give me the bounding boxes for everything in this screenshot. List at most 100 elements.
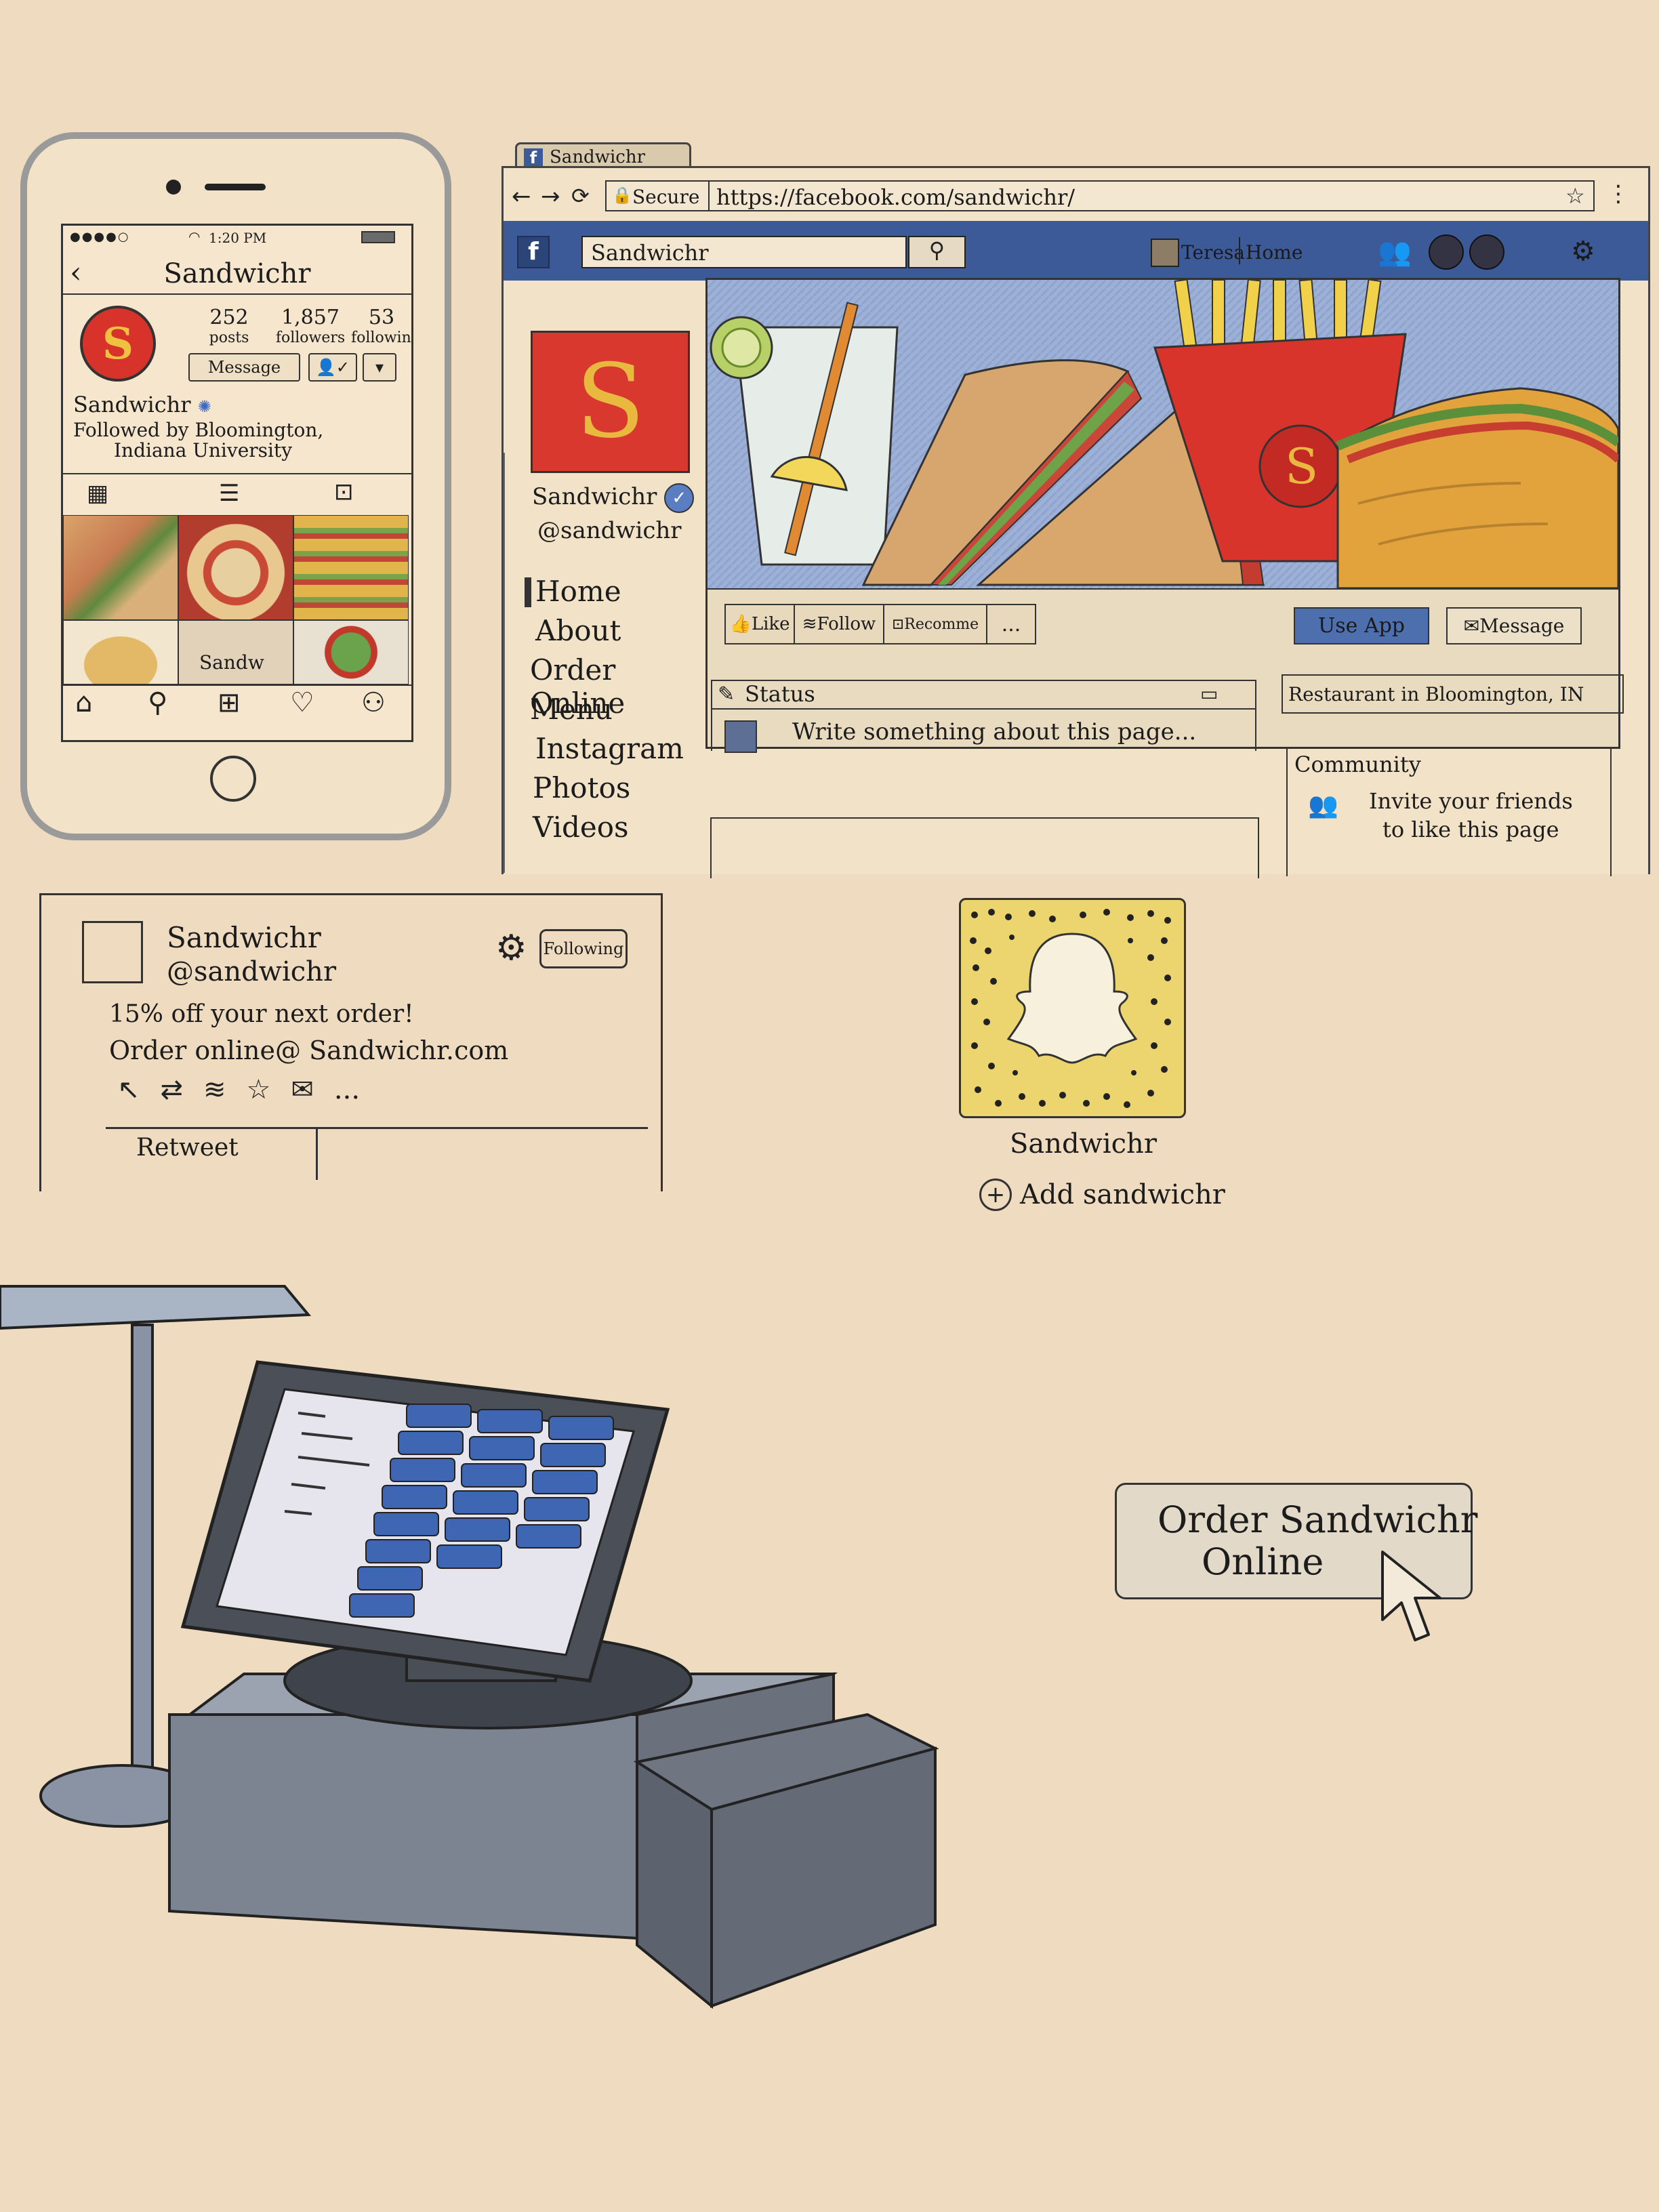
reply-icon[interactable]: ↖ [117,1074,140,1105]
profile-icon[interactable]: ⚇ [361,687,386,718]
status-composer[interactable]: ✎ Status ▭ Write something about this pa… [711,680,1256,753]
facebook-logo-icon[interactable]: f [517,236,550,268]
tab-title: Sandwichr [550,147,646,167]
divider [708,182,710,210]
feed-card [710,817,1259,878]
status-tab[interactable]: Status [745,681,815,707]
address-bar[interactable]: 🔒 Secure https://facebook.com/sandwichr/… [605,180,1595,211]
invite-friends-link-2[interactable]: to like this page [1382,817,1559,842]
like-button[interactable]: 👍 Like [726,605,795,643]
nav-item-menu[interactable]: Menu [527,693,683,732]
divider [708,588,1618,590]
grid-photo[interactable] [293,620,409,684]
page-name-row: Sandwichr ✓ [532,483,695,513]
settings-icon[interactable]: ⚙ [1571,236,1595,267]
divider [504,453,505,873]
snapcode[interactable] [959,898,1186,1118]
thumbs-up-icon: 👍 [729,614,752,634]
stat-following[interactable]: 53 following [351,306,411,346]
cover-photo[interactable]: S [708,280,1618,588]
notifications-icon[interactable] [1469,234,1504,270]
tweet-actions: ↖ ⇄ ≋ ☆ ✉ ... [117,1073,360,1107]
mail-icon[interactable]: ✉ [291,1074,314,1105]
home-icon[interactable]: ⌂ [75,687,92,718]
stat-posts[interactable]: 252 posts [192,306,266,346]
nav-item-label: Home [535,575,621,608]
following-button[interactable]: Following [539,929,628,968]
wifi-icon: ◠ [188,228,201,245]
page-profile-picture[interactable]: S [531,331,690,473]
grid-photo[interactable] [63,515,178,620]
message-button[interactable]: Message [188,353,300,382]
heart-icon[interactable]: ♡ [290,687,314,718]
message-button[interactable]: ✉ Message [1446,607,1582,644]
tweet-avatar[interactable] [82,921,143,983]
friends-icon[interactable]: 👥 [1378,236,1412,268]
back-arrow-icon[interactable]: ← [512,183,531,210]
more-options-button[interactable]: ... [334,1074,360,1105]
forward-arrow-icon[interactable]: → [541,183,560,210]
facebook-logo-icon: f [524,148,543,167]
signal-icon: ●●●●○ [70,230,130,244]
nav-item-photos[interactable]: Photos [527,771,683,811]
profile-view-tabs: ▦ ☰ ⊡ [63,474,411,515]
messages-icon[interactable] [1429,234,1464,270]
pos-terminal-illustration [0,1285,939,2009]
nav-item-order-online[interactable]: Order Online [527,653,683,720]
add-friend-button[interactable]: + Add sandwichr [979,1176,1225,1213]
star-icon[interactable]: ☆ [1565,183,1585,209]
menu-dots-icon[interactable]: ⋮ [1607,180,1630,207]
divider [1239,237,1240,264]
add-post-icon[interactable]: ⊞ [218,687,241,718]
tweet-handle[interactable]: @sandwichr [167,956,336,987]
community-title: Community [1294,752,1421,777]
search-icon[interactable]: ⚲ [148,687,167,718]
favorite-icon[interactable]: ☆ [247,1074,271,1105]
user-name-link[interactable]: Teresa [1181,241,1245,264]
community-icon: 👥 [1308,792,1338,819]
stat-followers[interactable]: 1,857 followers [273,306,348,346]
more-button[interactable]: ... [987,605,1035,643]
follow-button[interactable]: ≋ Follow [795,605,884,643]
retweet-tab[interactable]: Retweet [136,1134,239,1162]
add-circle-icon: + [979,1178,1012,1211]
chevron-down-icon[interactable]: ▾ [363,353,396,382]
facebook-search-input[interactable]: Sandwichr [581,236,907,268]
list-icon[interactable]: ☰ [219,480,239,507]
grid-photo[interactable] [293,515,409,620]
order-button-line2: Online [1202,1540,1324,1583]
page-action-bar: 👍 Like ≋ Follow ⊡ Recomme ... [724,604,1036,644]
add-user-icon[interactable]: 👤✓ [308,353,357,382]
retweet-icon[interactable]: ⇄ [161,1074,184,1105]
invite-friends-link[interactable]: Invite your friends [1369,788,1573,814]
tag-icon[interactable]: ⊡ [334,478,354,506]
grid-icon[interactable]: ▦ [87,480,108,507]
nav-item-about[interactable]: About [527,614,683,653]
user-icon [1151,239,1179,267]
home-button-icon[interactable] [210,756,256,802]
recommend-button[interactable]: ⊡ Recomme [884,605,987,643]
grid-photo[interactable] [178,515,293,620]
use-app-button[interactable]: Use App [1294,607,1429,644]
home-link[interactable]: Home [1246,241,1303,264]
battery-icon [361,231,395,243]
grid-photo[interactable]: Sandw [178,620,293,684]
nav-item-home[interactable]: Home [525,575,683,614]
nav-item-videos[interactable]: Videos [527,811,683,850]
ghost-icon [1006,933,1138,1064]
gear-icon[interactable]: ⚙ [495,930,527,966]
composer-header: ✎ Status ▭ [712,681,1255,710]
tweet-text-line2: Order online@ Sandwichr.com [109,1036,509,1065]
twitter-tweet-card: Sandwichr @sandwichr ⚙ Following 15% off… [39,893,663,1191]
stack-icon[interactable]: ≋ [203,1074,226,1105]
search-icon[interactable]: ⚲ [908,236,966,268]
tweet-name[interactable]: Sandwichr [167,921,321,954]
lock-icon: 🔒 [612,186,632,205]
camera-icon[interactable]: ▭ [1200,682,1218,705]
bottom-tab-bar: ⌂ ⚲ ⊞ ♡ ⚇ [63,686,411,726]
photo-grid: Sandw [63,515,411,684]
phone-screen: ●●●●○ ◠ 1:20 PM ‹ Sandwichr S 252 posts … [61,224,413,742]
reload-icon[interactable]: ⟳ [571,183,590,209]
grid-photo[interactable] [63,620,178,684]
nav-item-instagram[interactable]: Instagram [527,732,684,771]
